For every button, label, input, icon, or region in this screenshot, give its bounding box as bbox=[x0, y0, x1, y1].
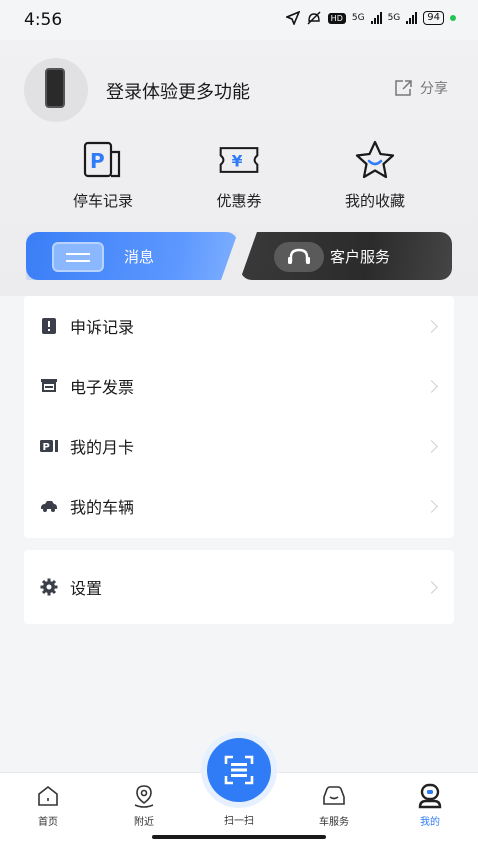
quick-favorites[interactable]: 我的收藏 bbox=[315, 138, 435, 211]
invoice-icon bbox=[40, 377, 58, 395]
car-icon bbox=[40, 497, 58, 515]
message-icon bbox=[52, 242, 104, 272]
tab-mine[interactable]: 我的 bbox=[400, 783, 460, 828]
menu-item-label: 我的车辆 bbox=[70, 498, 135, 517]
avatar[interactable] bbox=[24, 58, 88, 122]
car-service-icon bbox=[323, 786, 345, 805]
menu-item-settings[interactable]: 设置 bbox=[24, 550, 454, 624]
headset-icon bbox=[274, 242, 324, 272]
phone-icon bbox=[45, 68, 65, 108]
share-icon bbox=[395, 80, 412, 96]
coupon-icon: ¥ bbox=[219, 147, 259, 173]
scan-label: 扫一扫 bbox=[224, 816, 254, 827]
signal-icon bbox=[370, 12, 382, 24]
quick-parking-record[interactable]: P 停车记录 bbox=[43, 138, 163, 211]
quick-coupon[interactable]: ¥ 优惠券 bbox=[179, 138, 299, 211]
location-arrow-icon bbox=[285, 11, 300, 25]
menu-item-label: 电子发票 bbox=[70, 378, 135, 397]
home-icon bbox=[38, 785, 58, 806]
tab-home[interactable]: 首页 bbox=[18, 783, 78, 828]
chevron-right-icon bbox=[425, 319, 438, 333]
menu-item-complaints[interactable]: 申诉记录 bbox=[24, 296, 454, 356]
battery-icon: 94 bbox=[423, 11, 444, 25]
tab-car-service-label: 车服务 bbox=[319, 817, 349, 828]
map-pin-icon bbox=[134, 785, 154, 808]
status-time: 4:56 bbox=[24, 10, 63, 30]
tab-customer-service[interactable]: 客户服务 bbox=[240, 232, 452, 280]
chevron-right-icon bbox=[425, 439, 438, 453]
mute-icon bbox=[307, 11, 321, 25]
quick-label: 停车记录 bbox=[72, 192, 133, 210]
scan-icon bbox=[224, 755, 254, 785]
chevron-right-icon bbox=[425, 499, 438, 513]
chevron-right-icon bbox=[425, 580, 438, 594]
svg-text:¥: ¥ bbox=[232, 152, 243, 170]
tab-home-label: 首页 bbox=[38, 817, 58, 828]
tab-messages-label: 消息 bbox=[124, 248, 155, 266]
hd-badge: HD bbox=[327, 12, 346, 24]
quick-label: 优惠券 bbox=[216, 192, 262, 210]
svg-text:P: P bbox=[90, 149, 105, 173]
chevron-right-icon bbox=[425, 379, 438, 393]
settings-label: 设置 bbox=[70, 579, 103, 598]
tab-nearby[interactable]: 附近 bbox=[114, 783, 174, 828]
monthly-card-icon: P bbox=[40, 437, 58, 455]
tab-messages[interactable]: 消息 bbox=[26, 232, 238, 280]
scan-button[interactable] bbox=[207, 738, 271, 802]
settings-card: 设置 bbox=[24, 550, 454, 624]
status-icons: HD 5G 5G 94 bbox=[285, 11, 456, 25]
privacy-dot-icon bbox=[450, 15, 456, 21]
network-2: 5G bbox=[387, 13, 401, 23]
svg-text:P: P bbox=[43, 442, 50, 452]
status-bar: 4:56 HD 5G 5G 94 bbox=[0, 0, 478, 40]
signal-icon-2 bbox=[406, 12, 418, 24]
quick-label: 我的收藏 bbox=[344, 192, 405, 210]
gear-icon bbox=[40, 578, 58, 596]
complaint-icon bbox=[40, 317, 58, 335]
user-profile-icon bbox=[418, 783, 442, 809]
tab-customer-service-label: 客户服务 bbox=[330, 248, 391, 266]
menu-item-label: 我的月卡 bbox=[70, 438, 135, 457]
menu-item-label: 申诉记录 bbox=[70, 318, 135, 337]
menu-item-vehicles[interactable]: 我的车辆 bbox=[24, 476, 454, 536]
share-label: 分享 bbox=[420, 81, 448, 97]
home-indicator[interactable] bbox=[152, 835, 326, 839]
tab-nearby-label: 附近 bbox=[134, 817, 154, 828]
parking-record-icon: P bbox=[83, 141, 121, 178]
login-prompt[interactable]: 登录体验更多功能 bbox=[106, 78, 250, 104]
tab-mine-label: 我的 bbox=[420, 817, 440, 828]
menu-item-monthly-card[interactable]: P 我的月卡 bbox=[24, 416, 454, 476]
profile-header: 登录体验更多功能 分享 P 停车记录 ¥ 优惠券 我的收藏 消息 客户服务 bbox=[0, 40, 478, 296]
menu-item-invoice[interactable]: 电子发票 bbox=[24, 356, 454, 416]
menu-card: 申诉记录 电子发票 P 我的月卡 我的车辆 bbox=[24, 296, 454, 538]
network-1: 5G bbox=[351, 13, 365, 23]
star-icon bbox=[355, 140, 395, 179]
segmented-tabs: 消息 客户服务 bbox=[26, 232, 452, 282]
tab-car-service[interactable]: 车服务 bbox=[304, 783, 364, 828]
share-button[interactable]: 分享 bbox=[394, 78, 448, 98]
